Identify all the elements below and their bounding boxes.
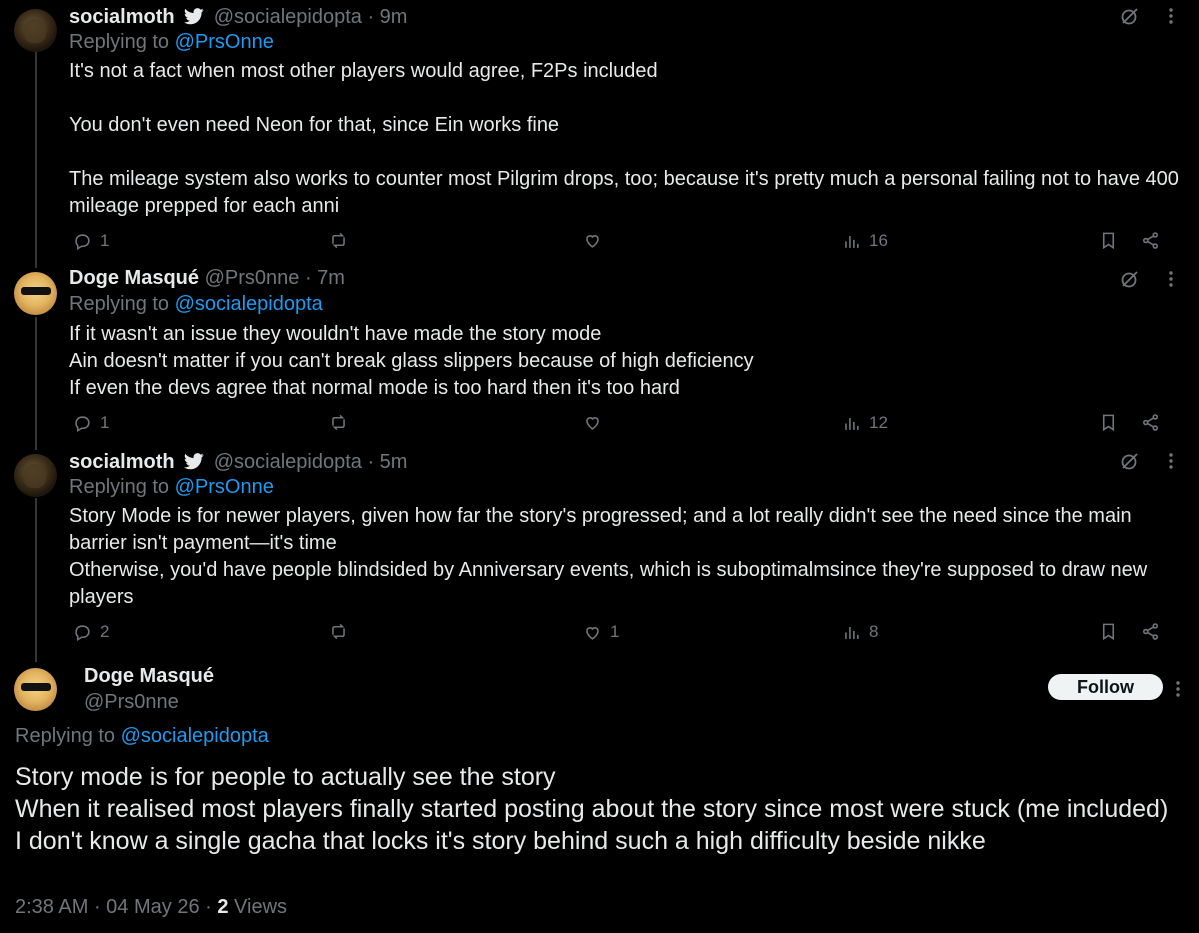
repost-button[interactable] (329, 231, 356, 250)
heart-icon (586, 626, 599, 640)
tweet-actions: 2 1 8 (69, 622, 1179, 646)
tweet-actions: 1 16 (69, 231, 1179, 255)
display-name[interactable]: socialmoth (69, 6, 175, 28)
tweet-top-icons (1120, 6, 1174, 26)
mention-link[interactable]: @PrsOnne (175, 31, 274, 53)
like-button[interactable] (583, 231, 610, 250)
reply-icon (75, 415, 90, 432)
heart-icon (586, 235, 599, 248)
repost-button[interactable] (329, 413, 356, 432)
views-button[interactable]: 12 (842, 413, 888, 433)
tweet-header: Doge Masqué @Prs0nne · 7m (69, 266, 345, 290)
reply-icon (75, 233, 90, 250)
repost-icon (332, 414, 345, 431)
like-button[interactable]: 1 (583, 622, 619, 642)
twitter-bird-icon (184, 452, 204, 476)
display-name[interactable]: socialmoth (69, 451, 175, 473)
more-icon[interactable] (1175, 679, 1181, 704)
repost-icon (332, 232, 345, 249)
tweet-top-icons (1120, 269, 1174, 289)
grok-icon[interactable] (1120, 451, 1140, 471)
repost-icon (332, 623, 345, 640)
like-button[interactable] (583, 413, 610, 432)
grok-icon[interactable] (1120, 269, 1140, 289)
tweet-header: socialmoth @socialepidopta · 9m (69, 5, 407, 31)
bookmark-icon (1102, 623, 1115, 641)
views-icon (845, 417, 859, 430)
grok-icon[interactable] (1120, 6, 1140, 26)
timestamp[interactable]: · 9m (367, 6, 407, 28)
tweet-header: socialmoth @socialepidopta · 5m (69, 450, 407, 476)
reply-button[interactable]: 1 (73, 231, 109, 251)
tweet-date[interactable]: 04 May 26 (106, 896, 199, 918)
tweet-text: It's not a fact when most other players … (69, 60, 1179, 217)
more-icon[interactable] (1168, 6, 1174, 26)
share-button[interactable] (1141, 231, 1160, 250)
repost-button[interactable] (329, 622, 356, 641)
replying-to: Replying to @PrsOnne (69, 31, 274, 53)
bookmark-button[interactable] (1099, 413, 1118, 432)
handle[interactable]: @socialepidopta (214, 451, 362, 473)
follow-button[interactable]: Follow (1048, 674, 1163, 700)
views-icon (845, 626, 859, 639)
replying-to: Replying to @PrsOnne (69, 476, 274, 498)
mention-link[interactable]: @socialepidopta (175, 293, 323, 315)
tweet-meta: 2:38 AM · 04 May 26 · 2 Views (15, 896, 288, 918)
tweet-text: Story Mode is for newer players, given h… (69, 505, 1148, 608)
share-icon (1142, 623, 1159, 640)
bookmark-icon (1102, 414, 1115, 432)
reply-button[interactable]: 2 (73, 622, 109, 642)
views-button[interactable]: 16 (842, 231, 888, 251)
reply-button[interactable]: 1 (73, 413, 109, 433)
avatar[interactable] (14, 9, 57, 52)
reply-icon (75, 624, 90, 641)
replying-to: Replying to @socialepidopta (15, 725, 269, 747)
tweet-text: Story mode is for people to actually see… (15, 763, 1169, 855)
mention-link[interactable]: @socialepidopta (121, 725, 269, 747)
tweet-top-icons (1120, 451, 1174, 471)
more-icon[interactable] (1168, 269, 1174, 289)
mention-link[interactable]: @PrsOnne (175, 476, 274, 498)
bookmark-button[interactable] (1099, 231, 1118, 250)
display-name[interactable]: Doge Masqué (69, 267, 199, 289)
bookmark-icon (1102, 232, 1115, 250)
twitter-bird-icon (184, 7, 204, 31)
timestamp[interactable]: · 5m (367, 451, 407, 473)
share-icon (1142, 232, 1159, 249)
handle[interactable]: @socialepidopta (214, 6, 362, 28)
share-icon (1142, 414, 1159, 431)
tweet-actions: 1 12 (69, 413, 1179, 437)
share-button[interactable] (1141, 413, 1160, 432)
thread-line (35, 52, 37, 268)
thread-line (35, 498, 37, 662)
views-button[interactable]: 8 (842, 622, 878, 642)
display-name[interactable]: Doge Masqué (84, 665, 214, 688)
avatar[interactable] (14, 272, 57, 315)
bookmark-button[interactable] (1099, 622, 1118, 641)
tweet-text: If it wasn't an issue they wouldn't have… (69, 323, 754, 399)
share-button[interactable] (1141, 622, 1160, 641)
views-label: Views (234, 896, 288, 918)
handle[interactable]: @Prs0nne (205, 267, 300, 289)
more-icon[interactable] (1168, 451, 1174, 471)
thread-line (35, 317, 37, 450)
handle[interactable]: @Prs0nne (84, 691, 179, 714)
replying-to: Replying to @socialepidopta (69, 293, 323, 315)
avatar[interactable] (14, 454, 57, 497)
avatar[interactable] (14, 668, 57, 711)
views-icon (845, 235, 859, 248)
timestamp[interactable]: · 7m (305, 267, 345, 289)
views-count: 2 (217, 896, 229, 918)
heart-icon (586, 417, 599, 430)
tweet-time[interactable]: 2:38 AM (15, 896, 88, 918)
